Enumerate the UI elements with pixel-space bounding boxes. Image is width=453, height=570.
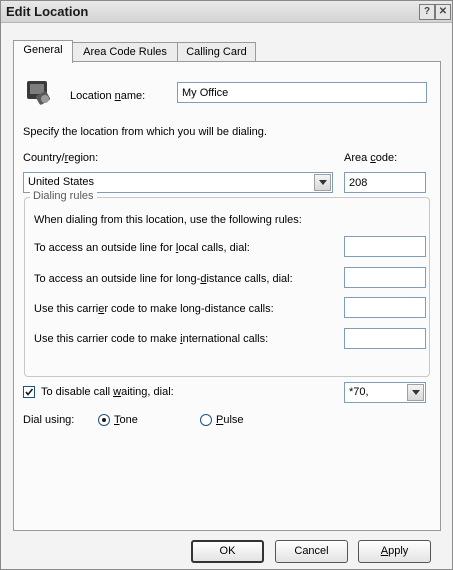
long-distance-calls-input[interactable] xyxy=(344,267,426,288)
area-code-label: Area code: xyxy=(344,152,398,164)
phone-location-icon xyxy=(25,77,55,107)
dialog-title: Edit Location xyxy=(6,4,89,19)
chevron-down-icon[interactable] xyxy=(407,384,424,401)
call-waiting-code-select[interactable]: *70, xyxy=(344,382,426,403)
tab-calling-card[interactable]: Calling Card xyxy=(177,42,256,62)
cancel-button[interactable]: Cancel xyxy=(275,540,348,563)
specify-location-text: Specify the location from which you will… xyxy=(23,126,267,138)
dialing-rules-intro: When dialing from this location, use the… xyxy=(34,214,302,226)
call-waiting-code-value: *70, xyxy=(349,386,369,398)
long-distance-carrier-input[interactable] xyxy=(344,297,426,318)
edit-location-dialog: Edit Location ? ✕ General Area Code Rule… xyxy=(0,0,453,570)
local-calls-input[interactable] xyxy=(344,236,426,257)
international-carrier-label: Use this carrier code to make internatio… xyxy=(34,333,269,345)
dialing-rules-title: Dialing rules xyxy=(30,190,97,202)
checkmark-icon xyxy=(25,388,34,396)
ok-button[interactable]: OK xyxy=(191,540,264,563)
call-waiting-checkbox[interactable] xyxy=(23,386,35,398)
long-distance-calls-label: To access an outside line for long-dista… xyxy=(34,273,293,285)
pulse-label: Pulse xyxy=(216,414,244,426)
dial-using-label: Dial using: xyxy=(23,414,75,426)
international-carrier-input[interactable] xyxy=(344,328,426,349)
call-waiting-label: To disable call waiting, dial: xyxy=(41,386,174,398)
tab-area-code-rules[interactable]: Area Code Rules xyxy=(71,42,179,62)
chevron-down-icon[interactable] xyxy=(314,174,331,191)
location-name-input[interactable]: My Office xyxy=(177,82,427,103)
area-code-input[interactable]: 208 xyxy=(344,172,426,193)
general-tab-panel: Location name: My Office Specify the loc… xyxy=(13,61,441,531)
tone-label: Tone xyxy=(114,414,138,426)
country-region-label: Country/region: xyxy=(23,152,99,164)
tone-radio[interactable] xyxy=(98,414,110,426)
long-distance-carrier-label: Use this carrier code to make long-dista… xyxy=(34,303,274,315)
title-bar[interactable]: Edit Location ? ✕ xyxy=(1,1,452,23)
local-calls-label: To access an outside line for local call… xyxy=(34,242,250,254)
country-region-value: United States xyxy=(28,176,95,188)
location-name-label: Location name: xyxy=(70,90,146,102)
pulse-radio[interactable] xyxy=(200,414,212,426)
close-button[interactable]: ✕ xyxy=(435,4,451,20)
apply-button[interactable]: Apply xyxy=(358,540,431,563)
tab-general[interactable]: General xyxy=(13,40,73,63)
help-button[interactable]: ? xyxy=(419,4,435,20)
